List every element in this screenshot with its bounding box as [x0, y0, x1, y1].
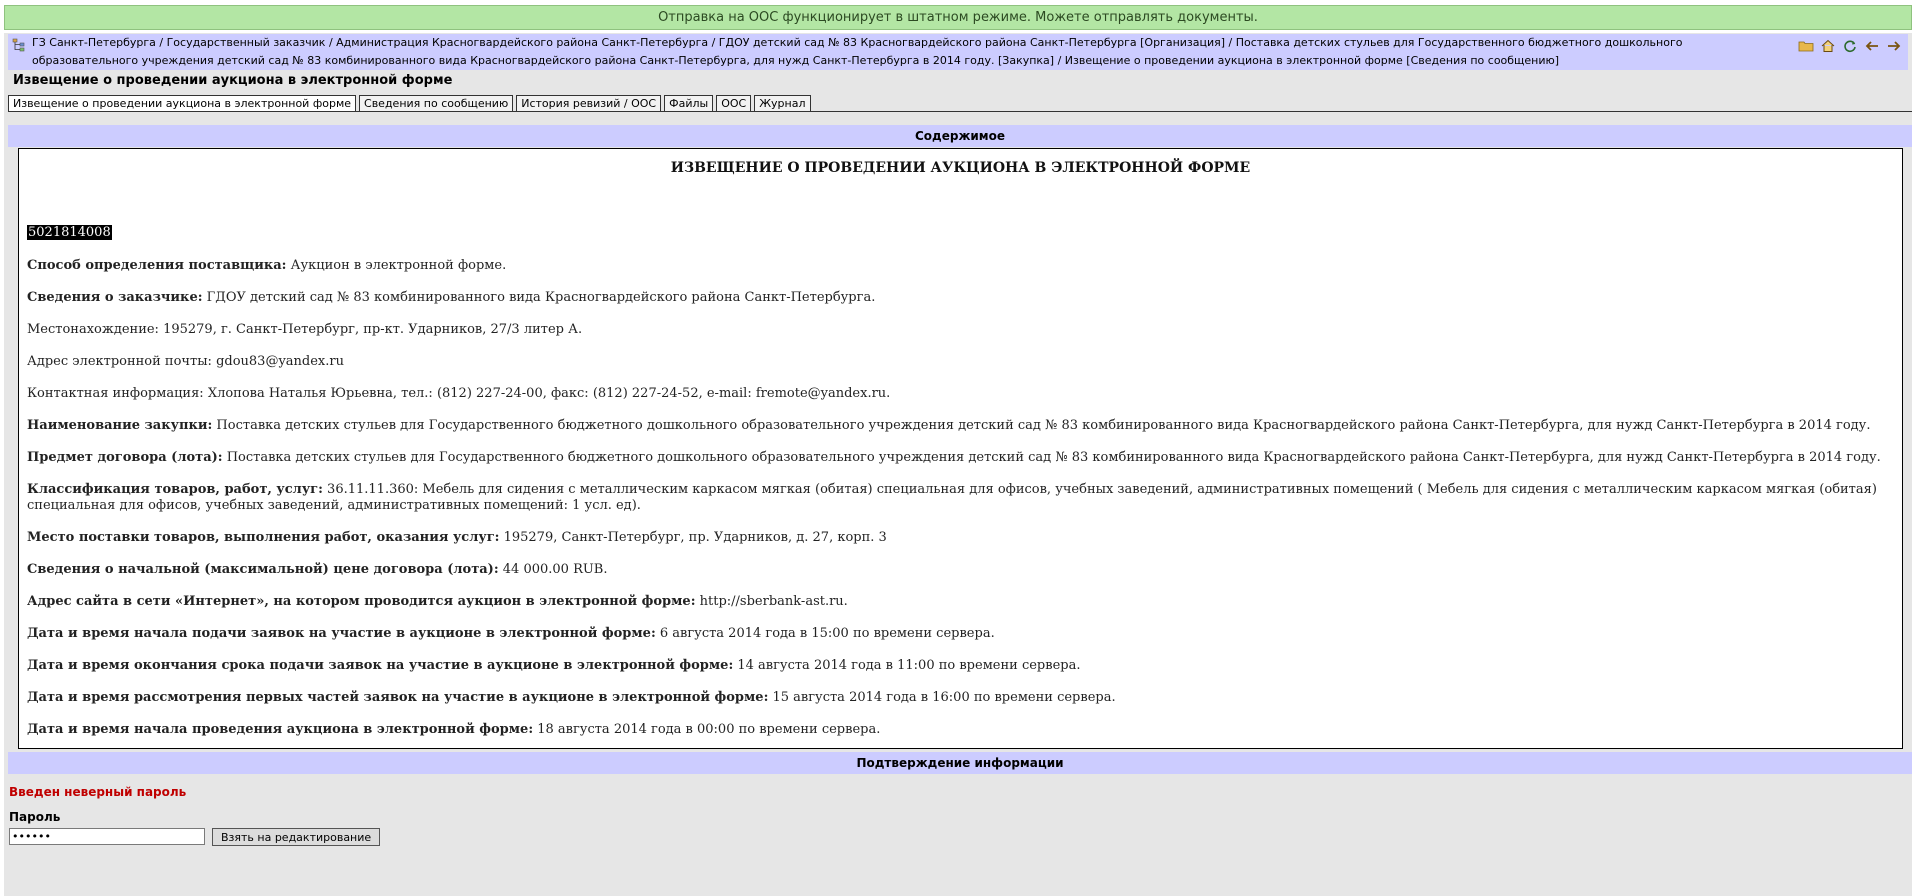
field-classification: Классификация товаров, работ, услуг: 36.…	[27, 482, 1877, 513]
confirmation-section-header: Подтверждение информации	[8, 752, 1912, 774]
folder-icon[interactable]	[1798, 38, 1814, 54]
breadcrumb-path[interactable]: ГЗ Санкт-Петербурга / Государственный за…	[32, 34, 1712, 70]
notice-document: ИЗВЕЩЕНИЕ О ПРОВЕДЕНИИ АУКЦИОНА В ЭЛЕКТР…	[18, 148, 1903, 749]
field-initial-price: Сведения о начальной (максимальной) цене…	[27, 562, 608, 577]
tab-files[interactable]: Файлы	[664, 95, 714, 112]
password-error-message: Введен неверный пароль	[9, 785, 187, 799]
page-title: Извещение о проведении аукциона в электр…	[13, 73, 453, 88]
field-email: Адрес электронной почты: gdou83@yandex.r…	[27, 354, 344, 369]
document-title: ИЗВЕЩЕНИЕ О ПРОВЕДЕНИИ АУКЦИОНА В ЭЛЕКТР…	[670, 160, 1251, 176]
back-icon[interactable]	[1864, 38, 1880, 54]
field-contract-subject: Предмет договора (лота): Поставка детски…	[27, 450, 1881, 465]
field-auction-start: Дата и время начала проведения аукциона …	[27, 722, 881, 737]
nav-toolbar	[1798, 38, 1902, 54]
field-auction-site: Адрес сайта в сети «Интернет», на которо…	[27, 594, 848, 609]
home-icon[interactable]	[1820, 38, 1836, 54]
breadcrumb: ГЗ Санкт-Петербурга / Государственный за…	[8, 34, 1908, 70]
refresh-icon[interactable]	[1842, 38, 1858, 54]
tab-notice[interactable]: Извещение о проведении аукциона в электр…	[8, 95, 357, 112]
status-text: Отправка на ООС функционирует в штатном …	[658, 10, 1258, 25]
tab-bar: Извещение о проведении аукциона в электр…	[8, 95, 811, 112]
content-section-header: Содержимое	[8, 125, 1912, 147]
tab-revision-history[interactable]: История ревизий / ООС	[516, 95, 662, 112]
field-application-end: Дата и время окончания срока подачи заяв…	[27, 658, 1081, 673]
tree-structure-icon	[12, 38, 26, 52]
field-review-date: Дата и время рассмотрения первых частей …	[27, 690, 1116, 705]
field-purchase-name: Наименование закупки: Поставка детских с…	[27, 418, 1871, 433]
field-location: Местонахождение: 195279, г. Санкт-Петерб…	[27, 322, 583, 337]
forward-icon[interactable]	[1886, 38, 1902, 54]
field-customer-info: Сведения о заказчике: ГДОУ детский сад №…	[27, 290, 876, 305]
system-status-bar: Отправка на ООС функционирует в штатном …	[4, 5, 1912, 30]
take-for-editing-button[interactable]: Взять на редактирование	[212, 828, 381, 846]
field-delivery-place: Место поставки товаров, выполнения работ…	[27, 530, 887, 545]
password-input[interactable]	[9, 828, 205, 845]
field-application-start: Дата и время начала подачи заявок на уча…	[27, 626, 995, 641]
field-contact: Контактная информация: Хлопова Наталья Ю…	[27, 386, 891, 401]
field-supplier-method: Способ определения поставщика: Аукцион в…	[27, 258, 507, 273]
tab-oos[interactable]: ООС	[716, 95, 752, 112]
tab-divider	[8, 111, 1912, 112]
password-label: Пароль	[9, 810, 61, 824]
tab-message-info[interactable]: Сведения по сообщению	[359, 95, 514, 112]
registration-number: 5021814008	[27, 225, 112, 240]
tab-journal[interactable]: Журнал	[754, 95, 811, 112]
